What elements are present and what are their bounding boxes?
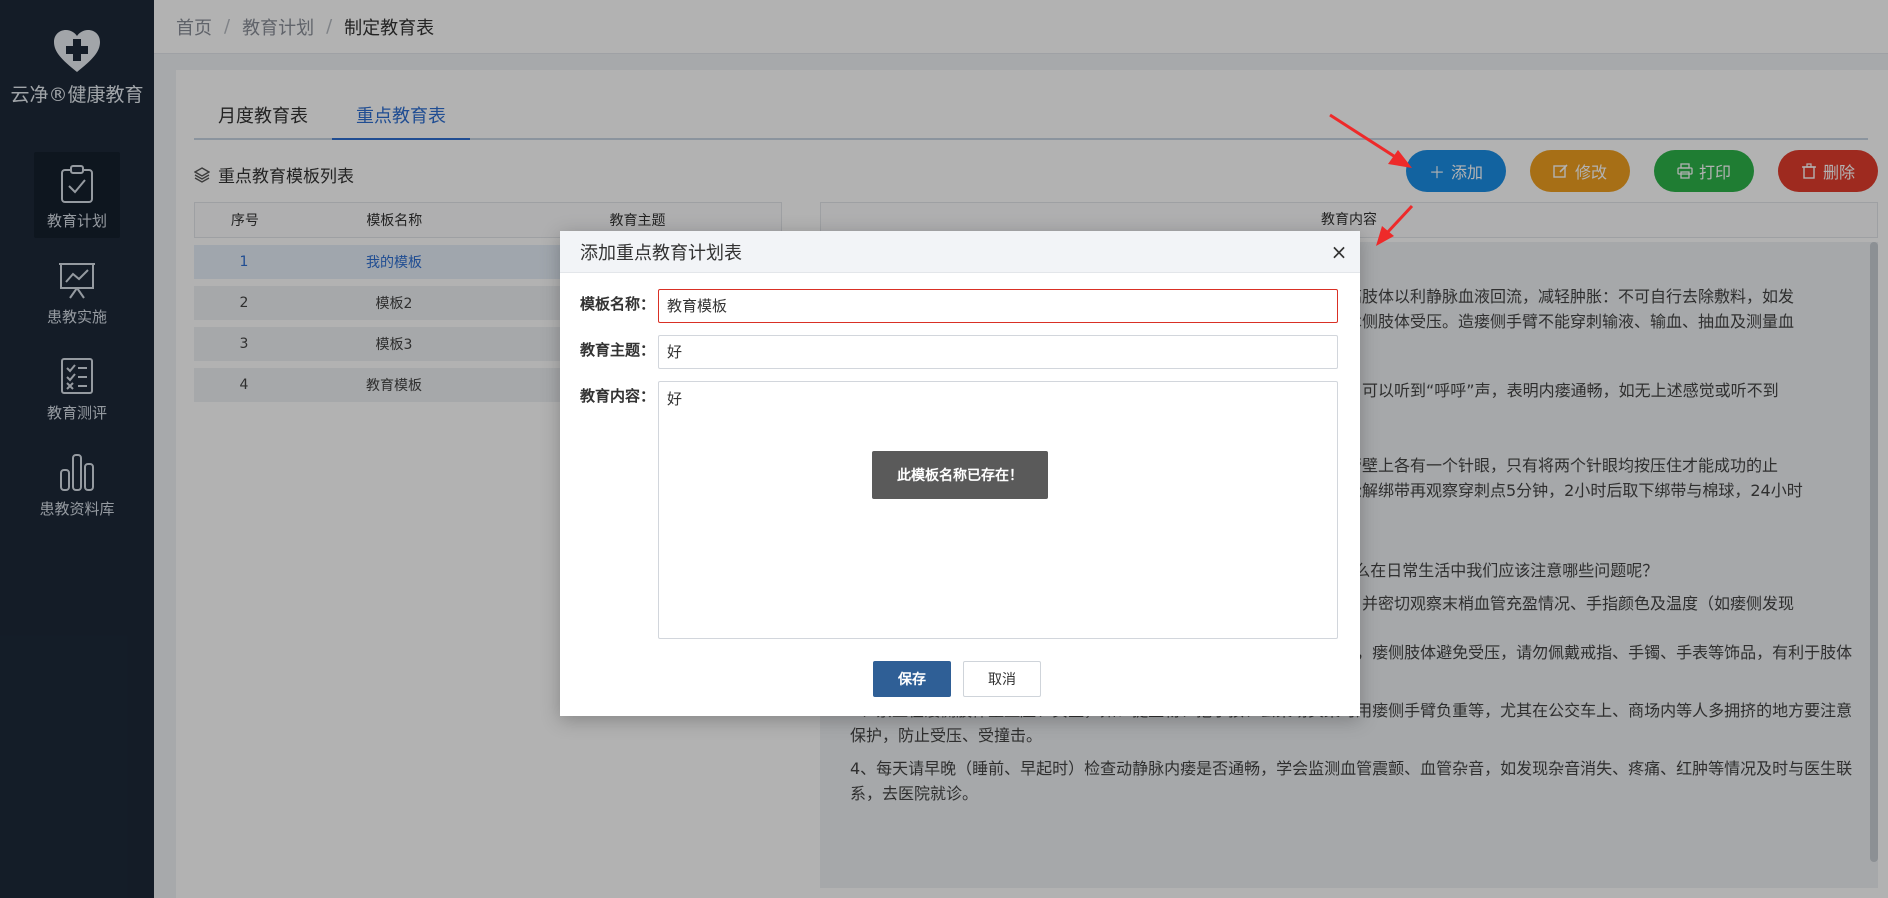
- error-toast: 此模板名称已存在！: [872, 451, 1048, 499]
- form-row-name: 模板名称： 教育模板: [580, 289, 1338, 323]
- content-textarea[interactable]: 好: [658, 381, 1338, 639]
- cancel-button[interactable]: 取消: [963, 661, 1041, 697]
- form-row-content: 教育内容： 好: [580, 381, 1338, 639]
- save-button[interactable]: 保存: [873, 661, 951, 697]
- close-icon[interactable]: ×: [1318, 231, 1360, 273]
- dialog-header: 添加重点教育计划表 ×: [560, 231, 1360, 273]
- topic-input[interactable]: 好: [658, 335, 1338, 369]
- add-template-dialog: 添加重点教育计划表 × 模板名称： 教育模板 教育主题： 好 教育内容： 好 此…: [560, 231, 1360, 716]
- dialog-buttons: 保存 取消: [873, 661, 1041, 697]
- dialog-title: 添加重点教育计划表: [580, 242, 742, 264]
- name-label: 模板名称：: [580, 295, 656, 313]
- form-row-topic: 教育主题： 好: [580, 335, 1338, 369]
- topic-label: 教育主题：: [580, 341, 656, 359]
- content-label: 教育内容：: [580, 387, 656, 405]
- template-name-input[interactable]: 教育模板: [658, 289, 1338, 323]
